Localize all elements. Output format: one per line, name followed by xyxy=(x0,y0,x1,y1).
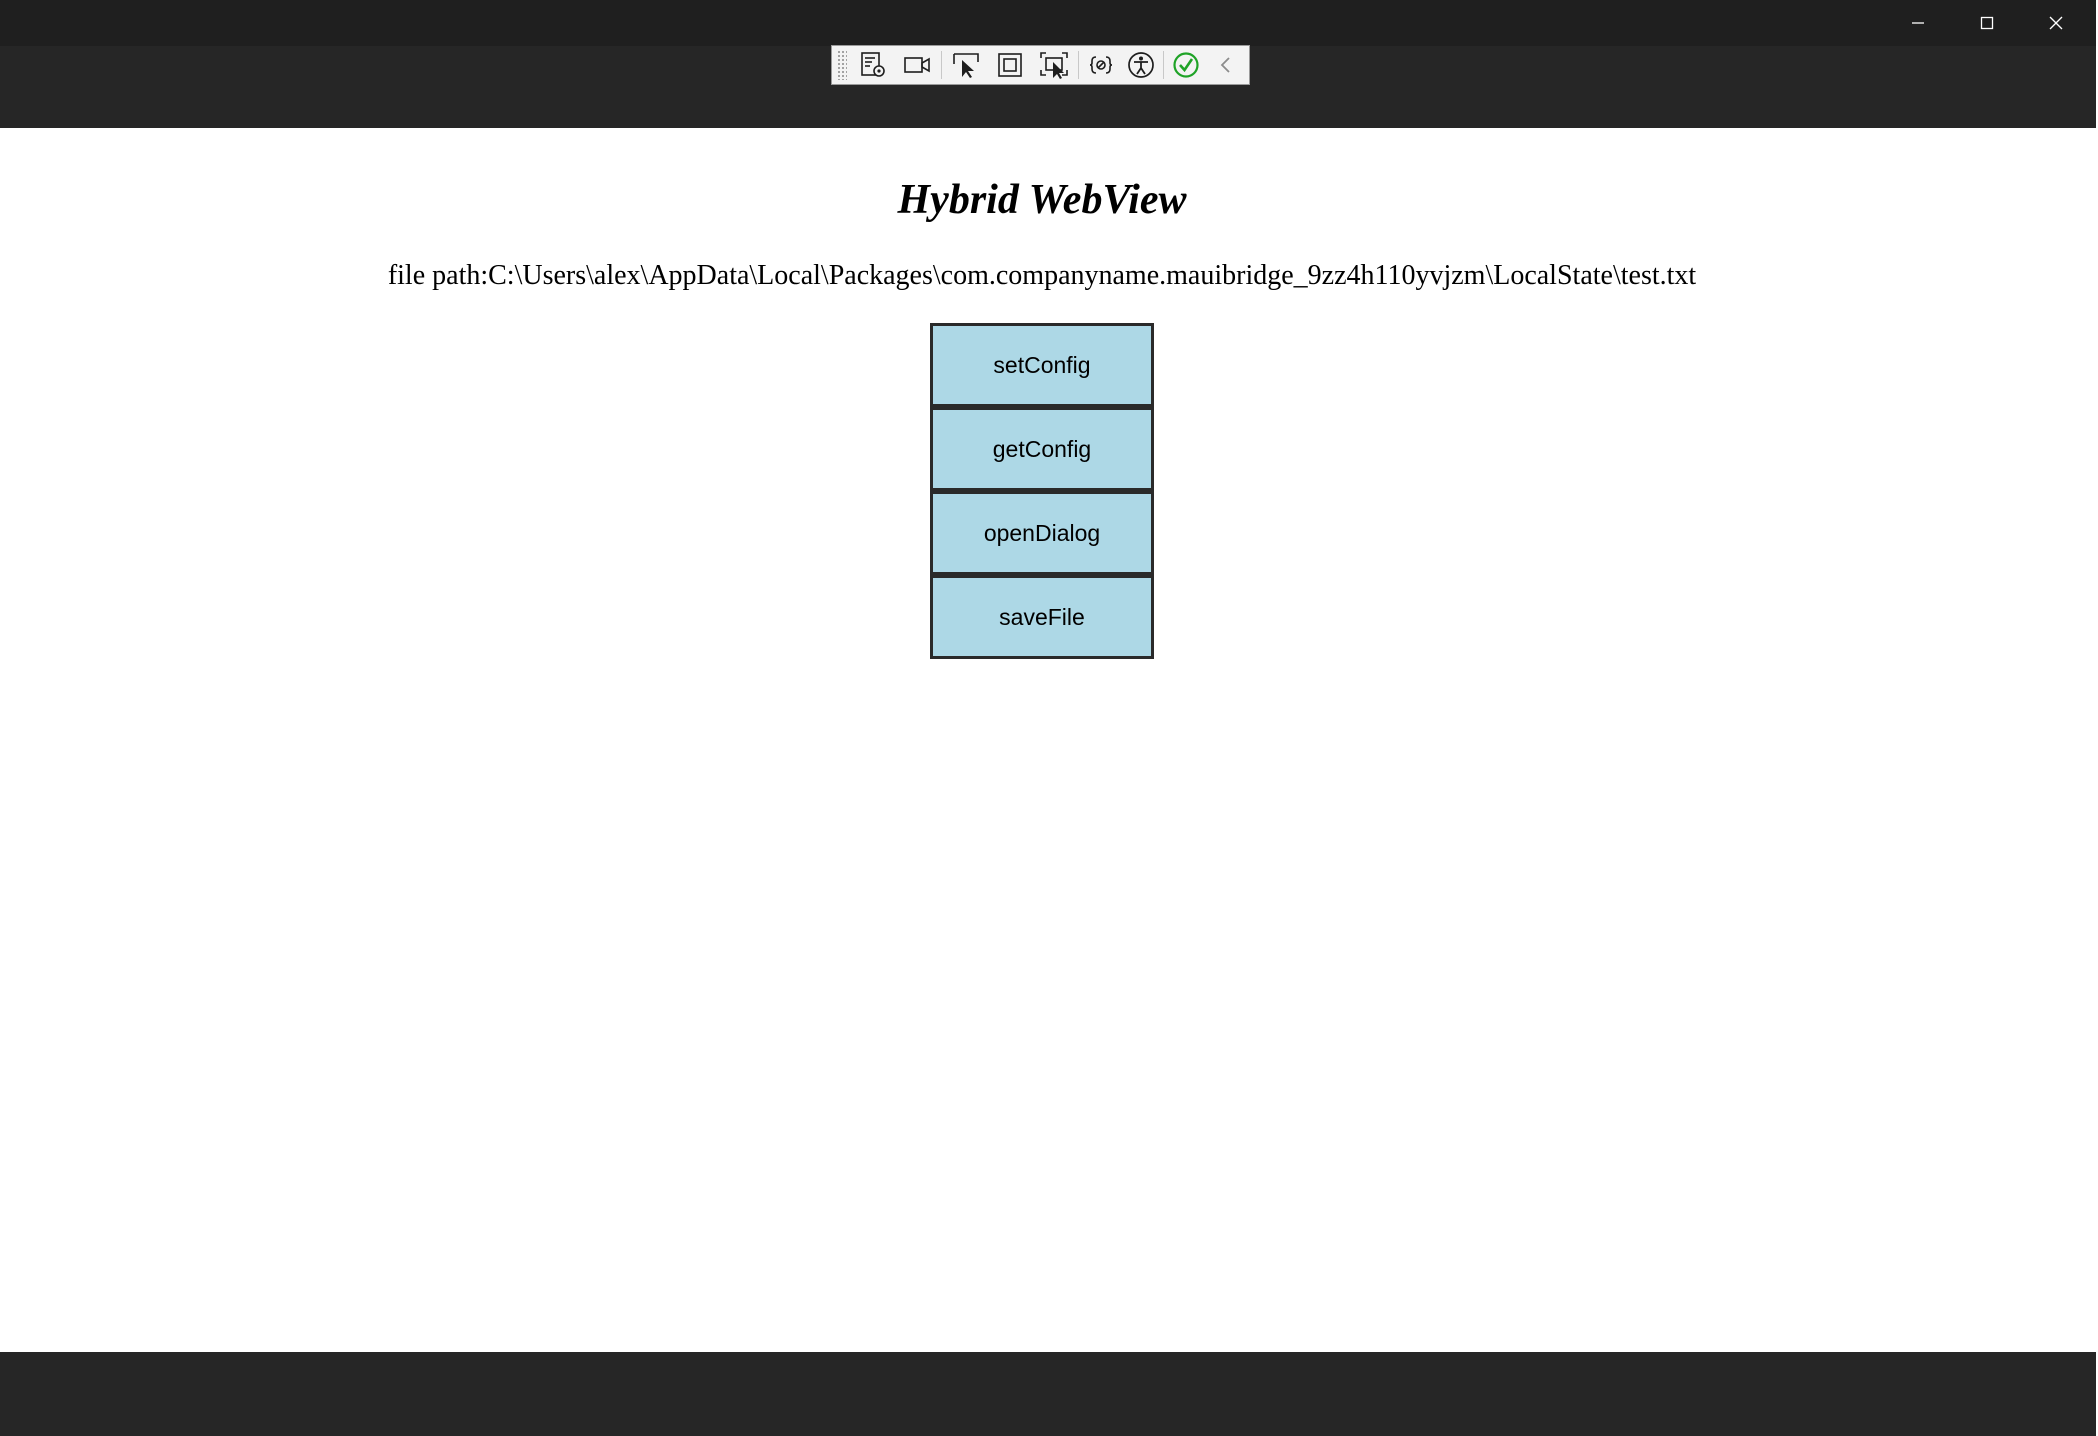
toolbar-separator xyxy=(1163,51,1164,79)
close-button[interactable] xyxy=(2022,0,2090,46)
xaml-debug-toolbar xyxy=(831,45,1250,85)
minimize-icon xyxy=(1912,22,1924,24)
select-element-icon xyxy=(953,53,979,78)
live-visual-tree-icon xyxy=(861,52,885,77)
binding-failures-icon xyxy=(1089,56,1113,74)
get-config-button[interactable]: getConfig xyxy=(930,407,1154,491)
maximize-icon xyxy=(1980,16,1994,30)
track-focus-icon xyxy=(1040,52,1068,79)
collapse-toolbar-button[interactable] xyxy=(1206,48,1246,82)
toolbar-grip[interactable] xyxy=(837,50,847,80)
display-layout-adorners-icon xyxy=(998,53,1022,77)
minimize-button[interactable] xyxy=(1884,0,1952,46)
set-config-button[interactable]: setConfig xyxy=(930,323,1154,407)
webview-content: Hybrid WebView file path:C:\Users\alex\A… xyxy=(0,128,2096,1352)
binding-failures-button[interactable] xyxy=(1081,48,1121,82)
track-focus-button[interactable] xyxy=(1032,48,1076,82)
accessibility-checker-icon xyxy=(1128,52,1154,78)
accessibility-checker-button[interactable] xyxy=(1121,48,1161,82)
close-icon xyxy=(2049,16,2063,30)
toolbar-separator xyxy=(941,51,942,79)
maximize-button[interactable] xyxy=(1953,0,2021,46)
toolbar-separator xyxy=(1078,51,1079,79)
display-layout-adorners-button[interactable] xyxy=(988,48,1032,82)
save-file-button[interactable]: saveFile xyxy=(930,575,1154,659)
open-dialog-button[interactable]: openDialog xyxy=(930,491,1154,575)
live-visual-tree-button[interactable] xyxy=(851,48,895,82)
file-path-text: file path:C:\Users\alex\AppData\Local\Pa… xyxy=(387,260,1697,291)
record-video-icon xyxy=(904,57,930,73)
title-bar[interactable] xyxy=(0,0,2096,46)
footer-band xyxy=(0,1352,2096,1436)
page-title: Hybrid WebView xyxy=(897,177,1187,223)
action-button-stack: setConfig getConfig openDialog saveFile xyxy=(930,323,1154,659)
record-video-button[interactable] xyxy=(895,48,939,82)
app-window: Hybrid WebView file path:C:\Users\alex\A… xyxy=(0,0,2096,1436)
hot-reload-status-button[interactable] xyxy=(1166,48,1206,82)
collapse-toolbar-icon xyxy=(1220,57,1230,73)
select-element-button[interactable] xyxy=(944,48,988,82)
hot-reload-status-icon xyxy=(1173,52,1199,78)
